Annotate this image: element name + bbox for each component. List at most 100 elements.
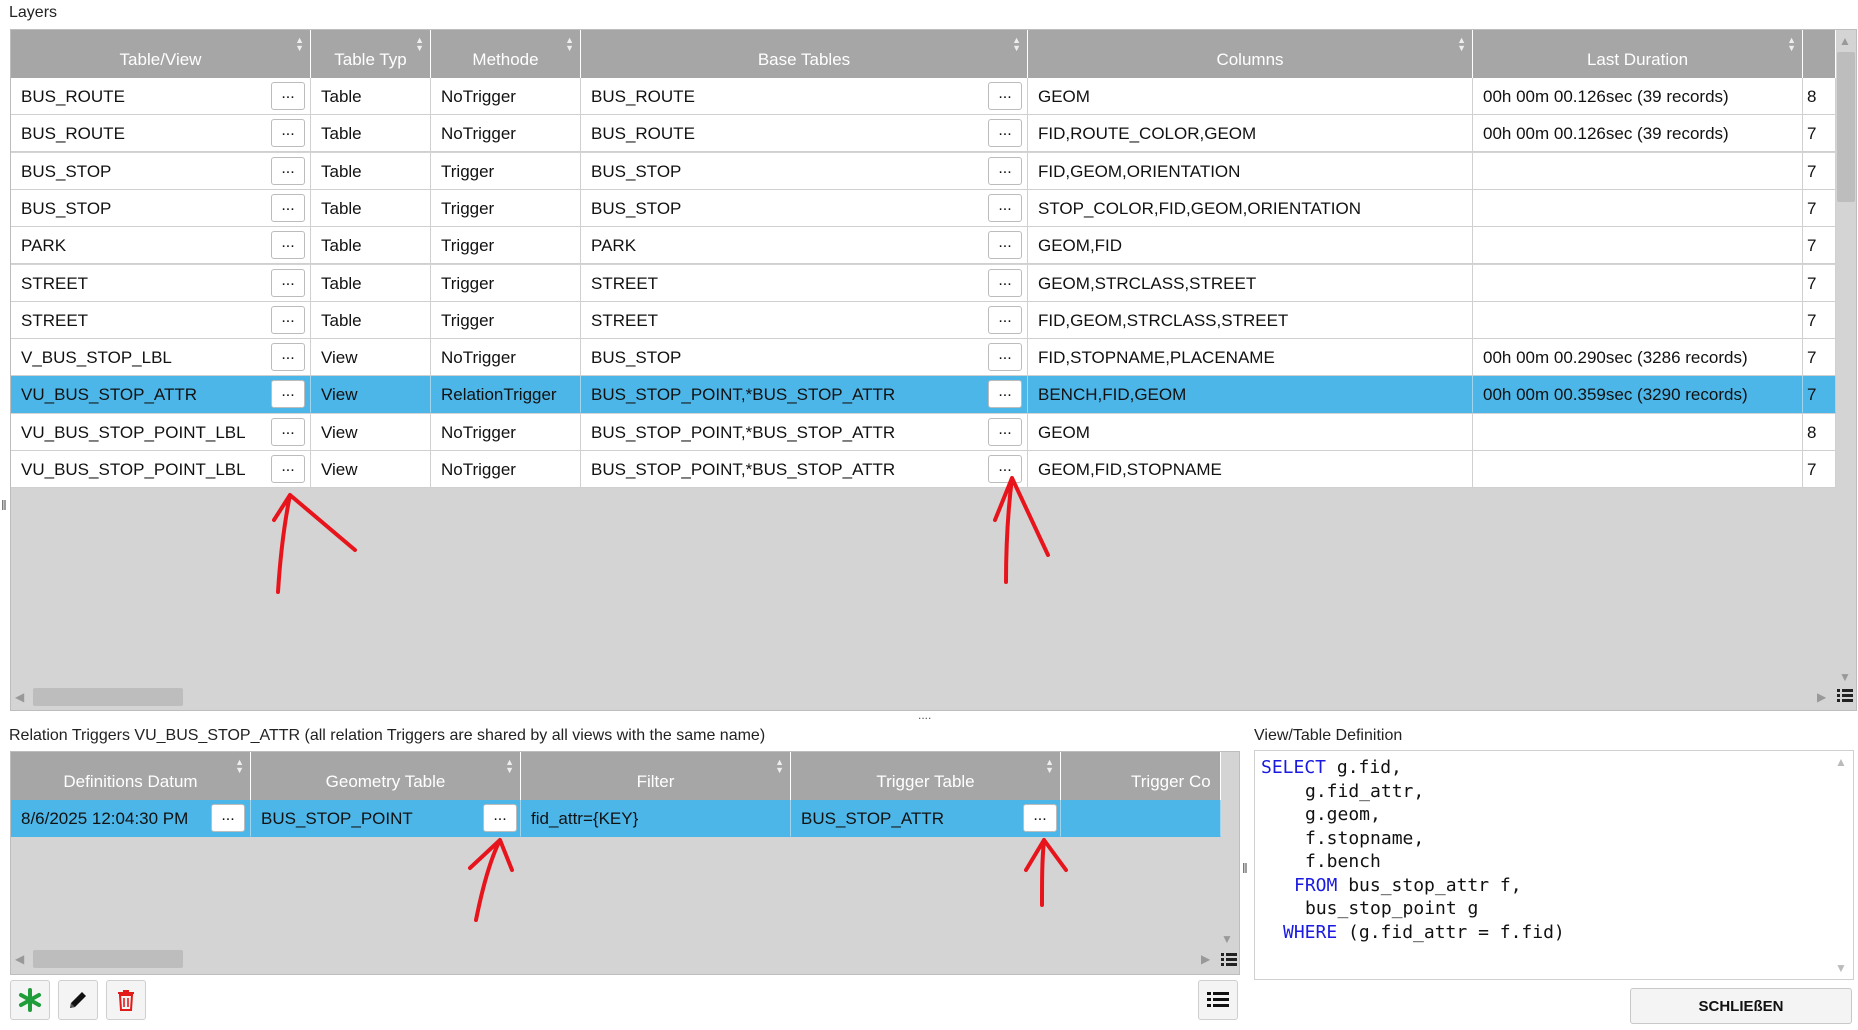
- datum-browse-button[interactable]: ...: [211, 804, 245, 832]
- cell-text: View: [321, 348, 358, 368]
- base-tables-browse-button[interactable]: ...: [988, 231, 1022, 260]
- table-cell-extra: 7: [1803, 115, 1836, 153]
- sort-icon[interactable]: ▲ ▼: [775, 758, 784, 775]
- definition-editor[interactable]: ▲ ▼ SELECT g.fid, g.fid_attr, g.geom, f.sto…: [1254, 750, 1854, 980]
- table-view-browse-button[interactable]: ...: [271, 156, 305, 185]
- delete-button[interactable]: [106, 980, 146, 1020]
- splitter-handle[interactable]: ....: [918, 708, 931, 722]
- table-cell-table-view: STREET: [11, 301, 311, 339]
- base-tables-browse-button[interactable]: ...: [988, 305, 1022, 334]
- scroll-up-icon[interactable]: ▲: [1839, 34, 1851, 48]
- cell-text: BUS_STOP: [591, 348, 682, 368]
- layers-vscroll-thumb[interactable]: [1837, 52, 1855, 202]
- column-header[interactable]: Trigger Co: [1061, 752, 1221, 800]
- sort-icon[interactable]: ▲ ▼: [1012, 36, 1021, 53]
- sort-icon[interactable]: ▲ ▼: [295, 36, 304, 53]
- column-header[interactable]: Geometry Table ▲ ▼: [251, 752, 521, 800]
- table-view-browse-button[interactable]: ...: [271, 119, 305, 148]
- layers-grid[interactable]: Table/View ▲ ▼ Table Typ ▲ ▼ Methode ▲ ▼ Base Tab…: [10, 29, 1857, 711]
- column-chooser-icon[interactable]: [1837, 688, 1853, 704]
- table-row[interactable]: BUS_STOP Table Trigger BUS_STOP STOP_COLOR,F…: [11, 189, 1836, 227]
- column-header[interactable]: Table/View ▲ ▼: [11, 30, 311, 78]
- sort-icon[interactable]: ▲ ▼: [1045, 758, 1054, 775]
- table-row[interactable]: VU_BUS_STOP_ATTR View RelationTrigger BUS_S…: [11, 376, 1836, 414]
- sort-icon[interactable]: ▲ ▼: [1787, 36, 1796, 53]
- scroll-up-icon[interactable]: ▲: [1835, 755, 1847, 769]
- base-tables-browse-button[interactable]: ...: [988, 193, 1022, 222]
- base-tables-browse-button[interactable]: ...: [988, 119, 1022, 148]
- left-splitter[interactable]: ‖: [1, 497, 7, 513]
- column-header[interactable]: Filter ▲ ▼: [521, 752, 791, 800]
- scroll-down-icon[interactable]: ▼: [1221, 932, 1233, 946]
- close-button[interactable]: SCHLIEßEN: [1630, 988, 1852, 1024]
- base-tables-browse-button[interactable]: ...: [988, 268, 1022, 297]
- scroll-left-icon[interactable]: ◀: [15, 690, 24, 704]
- cell-text: STREET: [591, 310, 659, 330]
- table-cell-methode: Trigger: [431, 301, 581, 339]
- column-header[interactable]: Base Tables ▲ ▼: [581, 30, 1028, 78]
- base-tables-browse-button[interactable]: ...: [988, 417, 1022, 446]
- scroll-right-icon[interactable]: ▶: [1201, 952, 1210, 966]
- geometry-browse-button[interactable]: ...: [483, 804, 517, 832]
- scroll-left-icon[interactable]: ◀: [15, 952, 24, 966]
- column-header[interactable]: Table Typ ▲ ▼: [311, 30, 431, 78]
- base-tables-browse-button[interactable]: ...: [988, 455, 1022, 483]
- trigger-table-browse-button[interactable]: ...: [1023, 804, 1057, 832]
- scroll-down-icon[interactable]: ▼: [1839, 670, 1851, 684]
- table-row[interactable]: 8/6/2025 12:04:30 PM BUS_STOP_POINT fid_at…: [11, 800, 1221, 837]
- edit-button[interactable]: [58, 980, 98, 1020]
- table-row[interactable]: PARK Table Trigger PARK GEOM,FID 7......: [11, 227, 1836, 265]
- add-button[interactable]: [10, 980, 50, 1020]
- base-tables-browse-button[interactable]: ...: [988, 82, 1022, 110]
- table-row[interactable]: STREET Table Trigger STREET FID,GEOM,STRCLAS…: [11, 301, 1836, 339]
- column-header[interactable]: Definitions Datum ▲ ▼: [11, 752, 251, 800]
- sort-icon[interactable]: ▲ ▼: [565, 36, 574, 53]
- table-row[interactable]: V_BUS_STOP_LBL View NoTrigger BUS_STOP FID,S…: [11, 339, 1836, 377]
- list-button[interactable]: [1198, 980, 1238, 1020]
- sort-icon[interactable]: ▲ ▼: [505, 758, 514, 775]
- sort-icon[interactable]: ▲ ▼: [1457, 36, 1466, 53]
- table-row[interactable]: VU_BUS_STOP_POINT_LBL View NoTrigger BUS_ST…: [11, 451, 1836, 488]
- table-view-browse-button[interactable]: ...: [271, 380, 305, 409]
- table-view-browse-button[interactable]: ...: [271, 343, 305, 372]
- table-view-browse-button[interactable]: ...: [271, 417, 305, 446]
- cell-text: 7: [1807, 198, 1817, 218]
- table-cell-extra: 7: [1803, 264, 1836, 302]
- table-view-browse-button[interactable]: ...: [271, 455, 305, 483]
- column-header[interactable]: Trigger Table ▲ ▼: [791, 752, 1061, 800]
- base-tables-browse-button[interactable]: ...: [988, 343, 1022, 372]
- sort-icon[interactable]: ▲ ▼: [415, 36, 424, 53]
- table-view-browse-button[interactable]: ...: [271, 193, 305, 222]
- table-view-browse-button[interactable]: ...: [271, 268, 305, 297]
- table-row[interactable]: STREET Table Trigger STREET GEOM,STRCLASS,ST…: [11, 264, 1836, 302]
- cell-text: GEOM,FID,STOPNAME: [1038, 460, 1222, 479]
- table-row[interactable]: BUS_ROUTE Table NoTrigger BUS_ROUTE GEOM 00h …: [11, 78, 1836, 115]
- cell-text: BENCH,FID,GEOM: [1038, 385, 1187, 405]
- scroll-down-icon[interactable]: ▼: [1835, 961, 1847, 975]
- table-row[interactable]: BUS_STOP Table Trigger BUS_STOP FID,GEOM,ORI…: [11, 152, 1836, 190]
- column-header[interactable]: Columns ▲ ▼: [1028, 30, 1473, 78]
- table-view-browse-button[interactable]: ...: [271, 231, 305, 260]
- table-row[interactable]: VU_BUS_STOP_POINT_LBL View NoTrigger BUS_ST…: [11, 413, 1836, 451]
- sort-icon[interactable]: ▲ ▼: [235, 758, 244, 775]
- cell-text: STOP_COLOR,FID,GEOM,ORIENTATION: [1038, 198, 1362, 218]
- base-tables-browse-button[interactable]: ...: [988, 380, 1022, 409]
- table-cell-columns: GEOM,FID,STOPNAME: [1028, 451, 1473, 488]
- column-header[interactable]: Methode ▲ ▼: [431, 30, 581, 78]
- cell-text: fid_attr={KEY}: [531, 809, 639, 828]
- cell-text: Trigger: [441, 161, 495, 181]
- column-chooser-icon[interactable]: [1221, 952, 1237, 968]
- column-header[interactable]: Last Duration ▲ ▼: [1473, 30, 1803, 78]
- vertical-splitter[interactable]: ‖: [1242, 860, 1248, 876]
- table-view-browse-button[interactable]: ...: [271, 305, 305, 334]
- relation-hscroll-thumb[interactable]: [33, 950, 183, 968]
- scroll-right-icon[interactable]: ▶: [1817, 690, 1826, 704]
- relation-cell-trigger-table: BUS_STOP_ATTR: [791, 800, 1061, 837]
- table-row[interactable]: BUS_ROUTE Table NoTrigger BUS_ROUTE FID,ROUT…: [11, 115, 1836, 153]
- layers-hscroll-thumb[interactable]: [33, 688, 183, 706]
- cell-text: 00h 00m 00.126sec (39 records): [1483, 87, 1729, 106]
- table-view-browse-button[interactable]: ...: [271, 82, 305, 110]
- cell-text: Table: [321, 236, 362, 256]
- base-tables-browse-button[interactable]: ...: [988, 156, 1022, 185]
- relation-grid[interactable]: Definitions Datum ▲ ▼ Geometry Table ▲ ▼ Filte…: [10, 751, 1240, 975]
